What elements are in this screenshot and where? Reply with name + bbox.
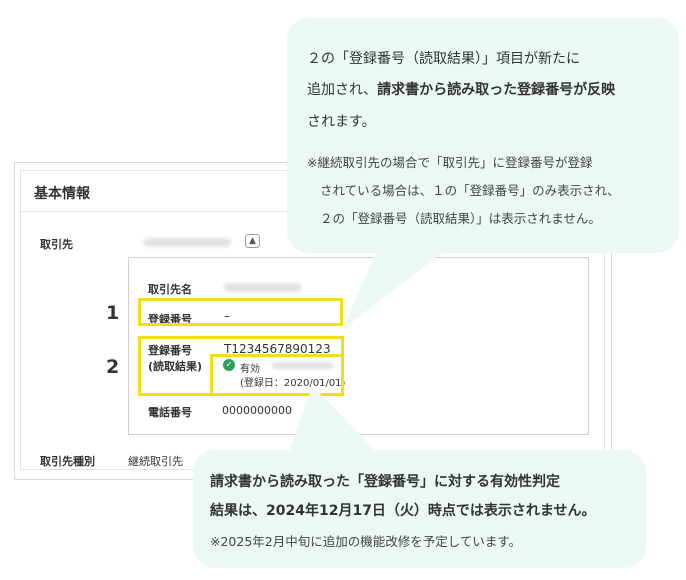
page-title: 基本情報 — [34, 186, 90, 202]
torihikisaki-type-value: 継続取引先 — [128, 455, 183, 468]
torihikisaki-label: 取引先 — [40, 238, 73, 251]
callout-top-note3: ２の「登録番号（読取結果）」は表示されません。 — [320, 211, 601, 226]
callout-bottom-line1: 請求書から読み取った「登録番号」に対する有効性判定 — [210, 474, 560, 490]
callout-top-line1: ２の「登録番号（読取結果）」項目が新たに — [307, 51, 580, 67]
callout-bottom-line2: 結果は、2024年12月17日（火）時点では表示されません。 — [210, 503, 596, 519]
callout-bottom-note: ※2025年2月中旬に追加の機能改修を予定しています。 — [210, 534, 522, 549]
callout-top-note1: ※継続取引先の場合で「取引先」に登録番号が登録 — [307, 155, 593, 170]
torihikisaki-type-label: 取引先種別 — [40, 455, 95, 468]
torihikisaki-name-label: 取引先名 — [148, 283, 192, 296]
marker-two: 2 — [106, 356, 120, 378]
torihikisaki-value-blurred — [143, 238, 231, 247]
callout-top-line3: されます。 — [307, 114, 376, 130]
chevron-up-icon[interactable]: ▲ — [245, 234, 260, 248]
torihikisaki-name-value-blurred — [224, 283, 302, 292]
callout-top-note2: されている場合は、１の「登録番号」のみ表示され、 — [320, 183, 620, 198]
marker-one: 1 — [106, 302, 120, 324]
phone-value: 0000000000 — [222, 404, 292, 417]
highlight-registration-number — [138, 298, 343, 326]
highlight-validity — [210, 354, 344, 396]
callout-top-line2: 追加され、請求書から読み取った登録番号が反映 — [307, 82, 616, 98]
phone-label: 電話番号 — [148, 406, 192, 419]
